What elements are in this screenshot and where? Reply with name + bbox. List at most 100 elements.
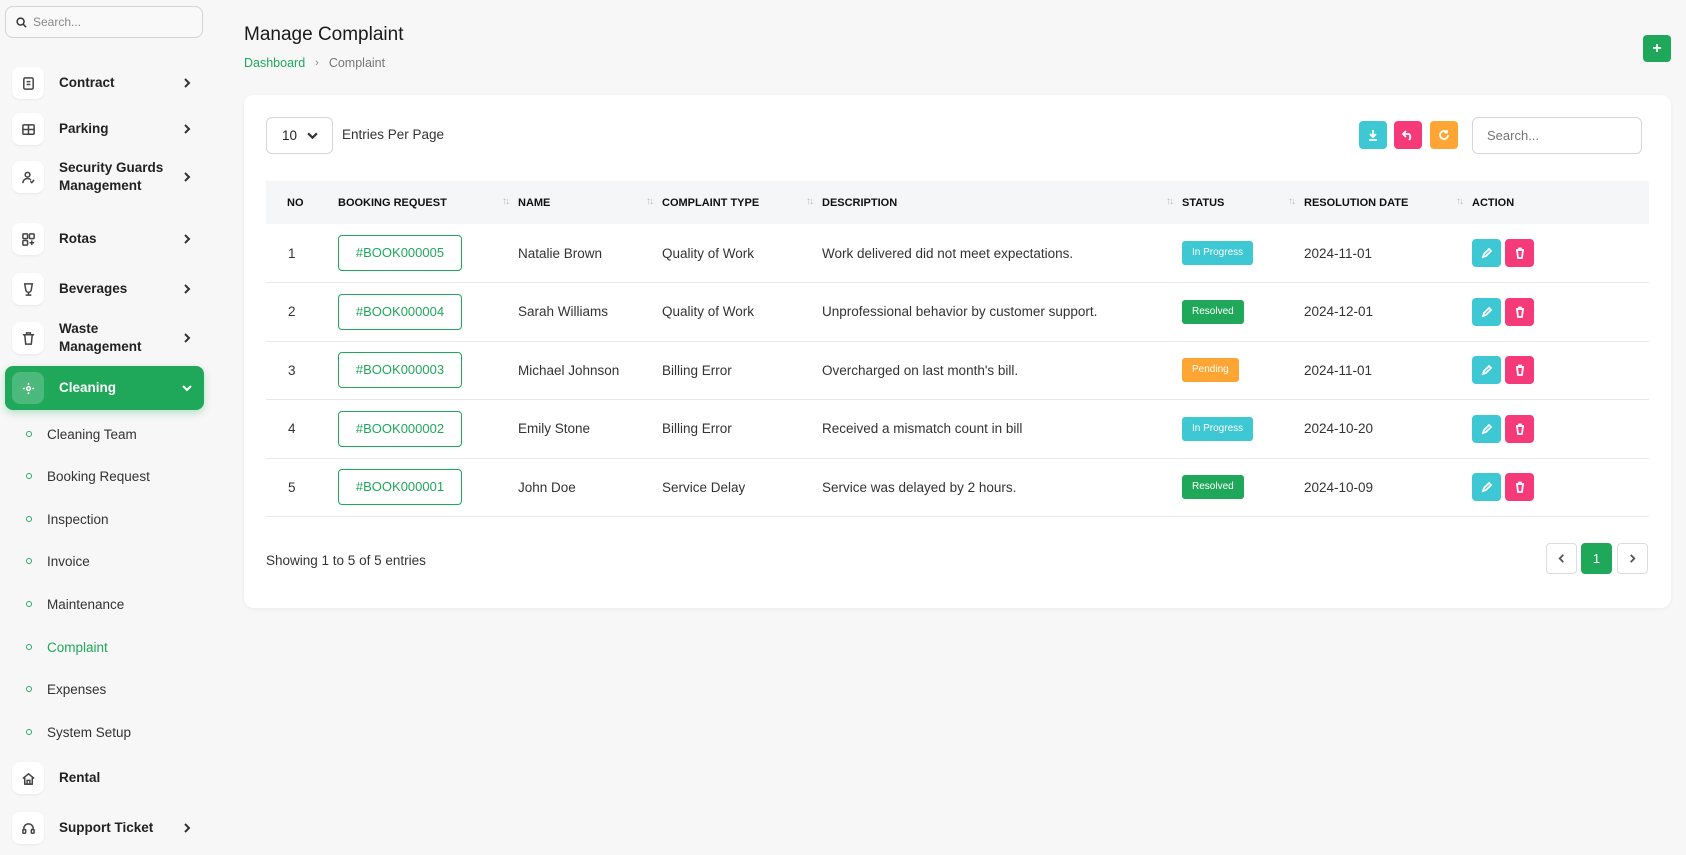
sidebar-item-contract[interactable]: Contract — [5, 61, 204, 105]
edit-button[interactable] — [1472, 239, 1501, 267]
sidebar-subitem-label: Inspection — [47, 511, 109, 527]
column-header-no[interactable]: NO — [266, 181, 338, 224]
sidebar-search-input[interactable]: Search... — [5, 6, 203, 38]
delete-button[interactable] — [1505, 414, 1534, 443]
sidebar-item-waste-management[interactable]: Waste Management — [5, 316, 204, 360]
bullet-icon — [26, 516, 32, 522]
column-header-name[interactable]: NAME ↑↓ — [518, 181, 662, 224]
column-header-label: NAME — [518, 196, 551, 209]
booking-request-link[interactable]: #BOOK000005 — [338, 235, 462, 271]
edit-button[interactable] — [1472, 356, 1501, 385]
booking-request-link[interactable]: #BOOK000004 — [338, 293, 462, 330]
refresh-button[interactable] — [1430, 121, 1458, 149]
sidebar: Search... Contract Parking Security Guar… — [0, 0, 210, 855]
delete-button[interactable] — [1505, 297, 1534, 326]
sidebar-subitem-invoice[interactable]: Invoice — [26, 551, 90, 571]
breadcrumb-current: Complaint — [328, 56, 386, 70]
cell-complaint-type: Service Delay — [662, 479, 746, 495]
trash-icon — [12, 322, 44, 354]
entries-per-page-label: Entries Per Page — [342, 127, 445, 142]
sidebar-item-security-guards[interactable]: Security Guards Management — [5, 152, 204, 202]
cell-description: Service was delayed by 2 hours. — [822, 479, 1017, 495]
pagination-page-button[interactable]: 1 — [1581, 543, 1612, 574]
edit-button[interactable] — [1472, 414, 1501, 443]
sidebar-subitem-maintenance[interactable]: Maintenance — [26, 594, 124, 614]
status-badge: Resolved — [1182, 299, 1244, 324]
entries-per-page-select[interactable]: 10 — [266, 117, 333, 154]
headset-icon — [12, 812, 44, 844]
delete-button[interactable] — [1505, 239, 1534, 267]
table-row: 3 #BOOK000003 Michael Johnson Billing Er… — [266, 341, 1649, 400]
sidebar-item-parking[interactable]: Parking — [5, 107, 204, 151]
column-header-booking-request[interactable]: BOOKING REQUEST ↑↓ — [338, 181, 518, 224]
cell-no: 5 — [288, 479, 296, 495]
cell-name: Natalie Brown — [518, 245, 603, 261]
booking-request-link[interactable]: #BOOK000002 — [338, 410, 462, 447]
delete-button[interactable] — [1505, 356, 1534, 385]
table-info: Showing 1 to 5 of 5 entries — [266, 553, 426, 568]
status-badge: In Progress — [1182, 416, 1254, 441]
table-row: 1 #BOOK000005 Natalie Brown Quality of W… — [266, 224, 1649, 283]
sidebar-item-cleaning[interactable]: Cleaning — [5, 366, 204, 410]
cell-no: 4 — [288, 421, 296, 437]
sidebar-item-beverages[interactable]: Beverages — [5, 267, 204, 311]
sidebar-item-rotas[interactable]: Rotas — [5, 217, 204, 261]
trash-icon — [1515, 306, 1524, 318]
table-search-input[interactable] — [1472, 117, 1642, 154]
column-header-status[interactable]: STATUS ↑↓ — [1182, 181, 1304, 224]
cell-description: Overcharged on last month's bill. — [822, 362, 1019, 378]
cell-complaint-type: Quality of Work — [662, 245, 755, 261]
rotas-icon — [12, 223, 44, 255]
breadcrumb-dashboard-link[interactable]: Dashboard — [244, 56, 305, 70]
sort-icon: ↑↓ — [806, 196, 814, 207]
complaint-table-card: 10 Entries Per Page NO BOOKING REQUEST ↑↓… — [244, 95, 1671, 608]
sidebar-subitem-label: Complaint — [47, 639, 108, 655]
chevron-right-icon — [178, 823, 196, 833]
bullet-icon — [26, 729, 32, 735]
chevron-down-icon — [307, 132, 318, 140]
download-button[interactable] — [1359, 121, 1387, 149]
sidebar-subitem-booking-request[interactable]: Booking Request — [26, 466, 150, 486]
sidebar-item-rental[interactable]: Rental — [5, 756, 204, 800]
edit-button[interactable] — [1472, 473, 1501, 502]
column-header-complaint-type[interactable]: COMPLAINT TYPE ↑↓ — [662, 181, 822, 224]
cell-complaint-type: Quality of Work — [662, 304, 755, 320]
sort-icon: ↑↓ — [1166, 196, 1174, 207]
trash-icon — [1515, 247, 1524, 259]
column-header-label: BOOKING REQUEST — [338, 196, 447, 209]
sidebar-item-support-ticket[interactable]: Support Ticket — [5, 806, 204, 850]
sidebar-subitem-label: Expenses — [47, 681, 107, 697]
column-header-label: COMPLAINT TYPE — [662, 196, 760, 209]
page-title: Manage Complaint — [244, 24, 404, 45]
booking-request-link[interactable]: #BOOK000003 — [338, 352, 462, 389]
edit-button[interactable] — [1472, 297, 1501, 326]
column-header-resolution-date[interactable]: RESOLUTION DATE ↑↓ — [1304, 181, 1472, 224]
sidebar-subitem-cleaning-team[interactable]: Cleaning Team — [26, 424, 137, 444]
sidebar-subitem-inspection[interactable]: Inspection — [26, 509, 109, 529]
sidebar-subitem-system-setup[interactable]: System Setup — [26, 722, 131, 742]
cell-no: 1 — [288, 245, 296, 261]
chevron-right-icon — [178, 234, 196, 244]
bullet-icon — [26, 601, 32, 607]
cell-complaint-type: Billing Error — [662, 421, 732, 437]
trash-icon — [1515, 364, 1524, 377]
sidebar-subitem-label: System Setup — [47, 724, 132, 740]
trash-icon — [1515, 423, 1524, 435]
booking-request-link[interactable]: #BOOK000001 — [338, 469, 462, 506]
complaint-table: NO BOOKING REQUEST ↑↓ NAME ↑↓ COMPLAINT TY… — [266, 181, 1649, 517]
undo-button[interactable] — [1394, 121, 1422, 149]
status-badge: Resolved — [1182, 475, 1244, 500]
sidebar-subitem-expenses[interactable]: Expenses — [26, 679, 106, 699]
pagination-next-button[interactable] — [1617, 543, 1648, 574]
sidebar-item-label: Cleaning — [59, 380, 117, 395]
add-complaint-button[interactable]: + — [1643, 35, 1671, 62]
column-header-description[interactable]: DESCRIPTION ↑↓ — [822, 181, 1182, 224]
sidebar-subitem-complaint[interactable]: Complaint — [26, 637, 108, 657]
delete-button[interactable] — [1505, 473, 1534, 502]
chevron-right-icon: › — [315, 57, 319, 69]
cell-no: 3 — [288, 362, 296, 378]
pagination-prev-button[interactable] — [1546, 543, 1577, 574]
pencil-icon — [1481, 247, 1492, 259]
sidebar-item-label: Security Guards Management — [59, 160, 164, 193]
search-icon — [16, 16, 27, 28]
